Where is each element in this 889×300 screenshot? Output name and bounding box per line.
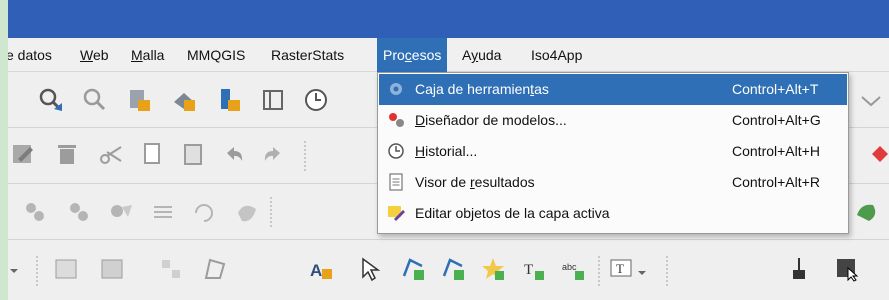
shortcut-text: Control+Alt+G	[732, 112, 821, 128]
history-clock-icon	[388, 143, 404, 159]
menu-ayuda[interactable]: Ayuda	[456, 38, 507, 72]
align-tool-icon[interactable]	[150, 199, 176, 225]
menu-web[interactable]: Web	[74, 38, 115, 72]
red-edit-icon[interactable]	[866, 141, 889, 167]
menu-rasterstats[interactable]: RasterStats	[265, 38, 350, 72]
merge-tool-icon[interactable]	[66, 199, 92, 225]
toolbar-row-4: A T abc T	[8, 240, 889, 300]
zoom-layer-icon[interactable]	[38, 87, 64, 113]
edit-pencil-toolbar-icon[interactable]	[10, 141, 36, 167]
menu-item-label: Historial...	[415, 143, 478, 159]
toolbar-separator	[598, 256, 600, 286]
new-layer-icon[interactable]	[126, 87, 152, 113]
model-designer-icon	[389, 113, 404, 127]
digitize-icon[interactable]	[53, 256, 79, 282]
shortcut-text: Control+Alt+H	[732, 143, 820, 159]
redo-icon[interactable]	[260, 141, 286, 167]
menu-item-caja-de-herramientas[interactable]: Caja de herramientas Control+Alt+T	[379, 74, 847, 105]
menu-item-editar-objetos[interactable]: Editar objetos de la capa activa	[379, 198, 847, 229]
pointer-icon[interactable]	[358, 256, 384, 282]
add-star-icon[interactable]	[480, 256, 506, 282]
menu-item-disenador-de-modelos[interactable]: Diseñador de modelos... Control+Alt+G	[379, 105, 847, 136]
green-shape-icon[interactable]	[853, 199, 879, 225]
copy-icon[interactable]	[139, 141, 165, 167]
add-layer-icon[interactable]	[171, 87, 197, 113]
menu-iso4app[interactable]: Iso4App	[525, 38, 588, 72]
toolbar-separator	[36, 256, 38, 286]
shortcut-text: Control+Alt+R	[732, 174, 820, 190]
dropdown-arrow-icon[interactable]	[8, 258, 20, 284]
menu-item-label: Diseñador de modelos...	[415, 112, 567, 128]
svg-text:A: A	[310, 261, 322, 280]
toolbar-separator	[666, 256, 668, 286]
simplify-tool-icon[interactable]	[108, 199, 134, 225]
reshape-tool-icon[interactable]	[234, 199, 260, 225]
add-text-path-icon[interactable]: abc	[560, 256, 586, 282]
menu-item-label: Caja de herramientas	[415, 81, 549, 97]
menu-bar: e datos Web Malla MMQGIS RasterStats Pro…	[8, 38, 889, 72]
label-icon[interactable]: A	[308, 256, 334, 282]
toolbar-overflow-icon[interactable]	[858, 87, 884, 113]
menu-mmqgis[interactable]: MMQGIS	[181, 38, 251, 72]
add-line-icon[interactable]	[440, 256, 466, 282]
menu-procesos[interactable]: Procesos	[377, 38, 448, 72]
svg-text:T: T	[616, 261, 624, 276]
undo-icon[interactable]	[221, 141, 247, 167]
menu-malla[interactable]: Malla	[125, 38, 170, 72]
split-features-icon[interactable]	[99, 256, 125, 282]
delete-icon[interactable]	[54, 141, 80, 167]
toolbar-separator	[270, 197, 272, 227]
shortcut-text: Control+Alt+T	[732, 81, 819, 97]
map-window-icon[interactable]	[260, 87, 286, 113]
node-tool-icon[interactable]	[22, 199, 48, 225]
temporal-clock-icon[interactable]	[303, 87, 329, 113]
locator-pin-icon[interactable]	[786, 256, 812, 282]
text-annotation-icon[interactable]: T	[608, 256, 634, 282]
title-bar	[8, 0, 889, 38]
qgis-window: e datos Web Malla MMQGIS RasterStats Pro…	[8, 0, 889, 300]
select-raster-icon[interactable]	[834, 256, 860, 282]
menu-base-de-datos[interactable]: e datos	[8, 38, 58, 72]
cut-icon[interactable]	[98, 141, 124, 167]
bookmark-layer-icon[interactable]	[216, 87, 242, 113]
svg-text:T: T	[524, 262, 533, 278]
rotate-tool-icon[interactable]	[190, 199, 216, 225]
menu-item-label: Editar objetos de la capa activa	[415, 205, 610, 221]
menu-item-historial[interactable]: Historial... Control+Alt+H	[379, 136, 847, 167]
add-text-icon[interactable]: T	[520, 256, 546, 282]
annotation-dropdown-icon[interactable]	[636, 260, 648, 286]
procesos-menu: Caja de herramientas Control+Alt+T Diseñ…	[377, 72, 849, 234]
svg-text:abc: abc	[562, 262, 577, 272]
polygon-tool-icon[interactable]	[202, 256, 228, 282]
gear-icon	[390, 83, 402, 95]
add-polygon-icon[interactable]	[400, 256, 426, 282]
reshape-grid-icon[interactable]	[158, 256, 184, 282]
paste-icon[interactable]	[180, 141, 206, 167]
toolbar-separator	[304, 141, 306, 171]
edit-pencil-icon	[388, 206, 405, 221]
menu-item-visor-de-resultados[interactable]: Visor de resultados Control+Alt+R	[379, 167, 847, 198]
document-icon	[389, 173, 403, 191]
zoom-selection-icon[interactable]	[82, 87, 108, 113]
menu-item-label: Visor de resultados	[415, 174, 535, 190]
